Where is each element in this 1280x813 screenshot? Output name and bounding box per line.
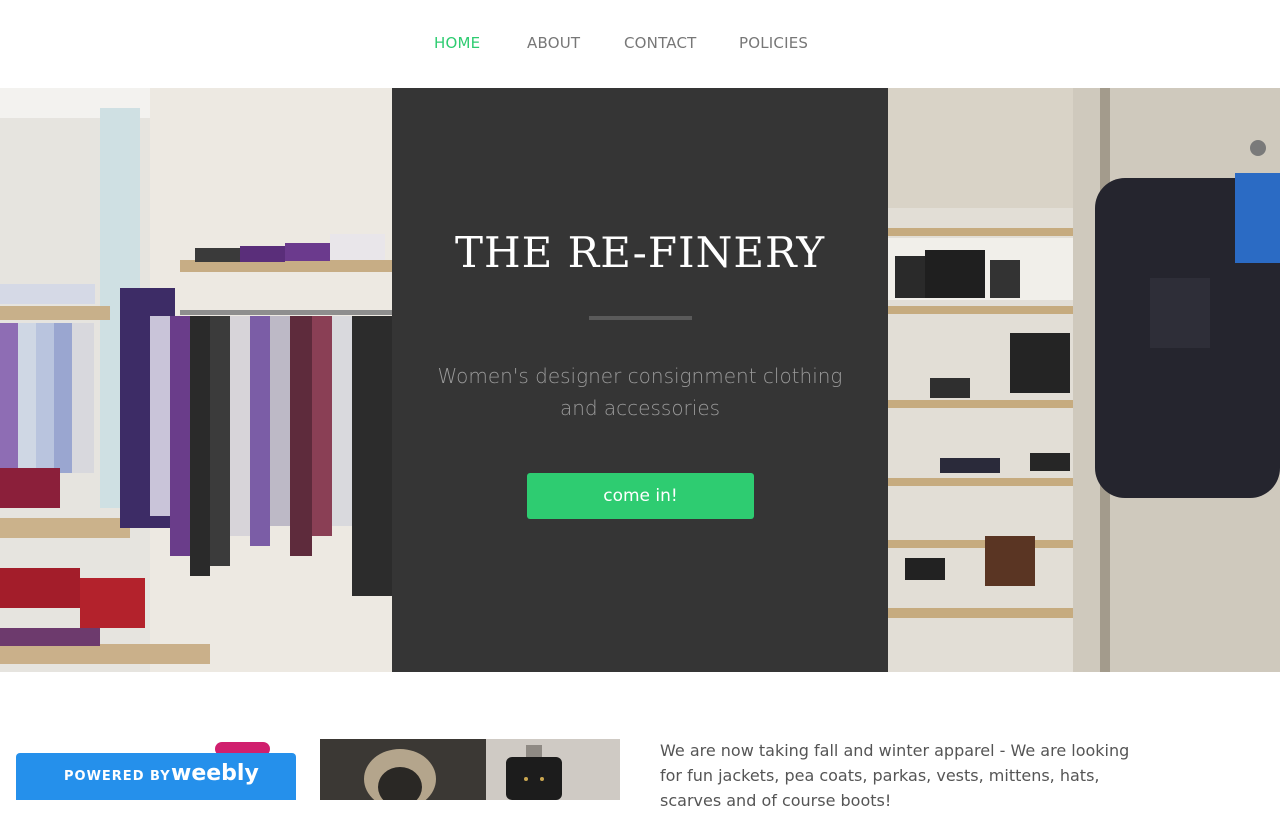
title-divider — [589, 316, 692, 320]
site-title: THE RE-FINERY — [454, 228, 826, 277]
product-thumbnail-peacoat — [486, 739, 620, 800]
weebly-logo: weebly — [171, 761, 259, 786]
come-in-button[interactable]: come in! — [527, 473, 754, 519]
powered-by-label: POWERED BY — [64, 769, 171, 784]
hero-banner: THE RE-FINERY Women's designer consignme… — [0, 88, 1280, 672]
nav-item-home[interactable]: HOME — [434, 34, 480, 52]
powered-by-weebly-badge[interactable]: POWERED BY weebly — [16, 753, 296, 800]
top-navigation: HOME ABOUT CONTACT POLICIES — [0, 0, 1280, 88]
nav-item-contact[interactable]: CONTACT — [624, 34, 697, 52]
nav-item-about[interactable]: ABOUT — [527, 34, 580, 52]
intro-paragraph: We are now taking fall and winter appare… — [660, 741, 1130, 810]
product-thumbnail-parka — [320, 739, 486, 800]
site-tagline: Women's designer consignment clothing an… — [437, 364, 843, 420]
nav-item-policies[interactable]: POLICIES — [739, 34, 808, 52]
hero-panel: THE RE-FINERY Women's designer consignme… — [392, 88, 888, 672]
